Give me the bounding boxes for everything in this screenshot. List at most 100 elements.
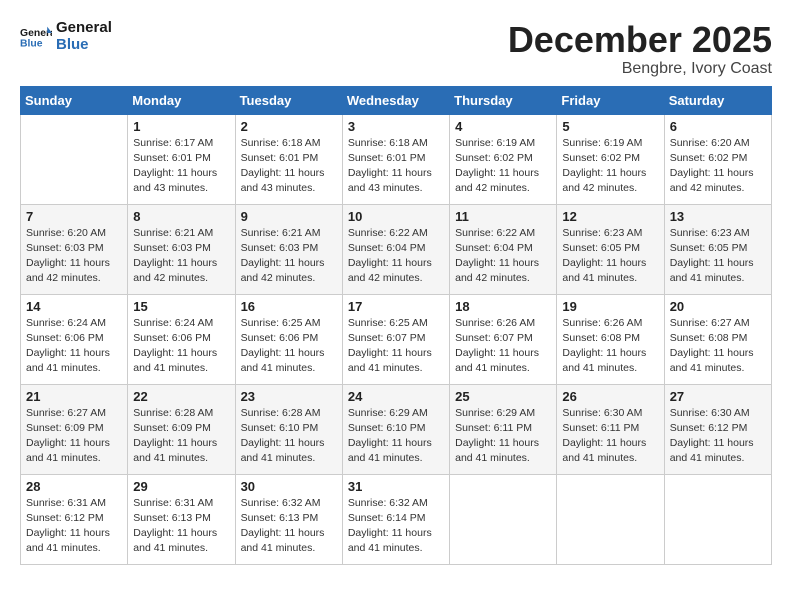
day-number: 22	[133, 389, 229, 404]
calendar-week-row: 1 Sunrise: 6:17 AMSunset: 6:01 PMDaylight…	[21, 114, 772, 204]
calendar-cell: 13 Sunrise: 6:23 AMSunset: 6:05 PMDayligh…	[664, 204, 771, 294]
day-number: 13	[670, 209, 766, 224]
day-info: Sunrise: 6:21 AMSunset: 6:03 PMDaylight:…	[241, 226, 337, 287]
day-number: 25	[455, 389, 551, 404]
logo-text-blue: Blue	[56, 37, 112, 54]
calendar-week-row: 28 Sunrise: 6:31 AMSunset: 6:12 PMDayligh…	[21, 474, 772, 564]
calendar-cell: 6 Sunrise: 6:20 AMSunset: 6:02 PMDaylight…	[664, 114, 771, 204]
header-friday: Friday	[557, 86, 664, 114]
calendar-cell	[557, 474, 664, 564]
calendar-cell: 14 Sunrise: 6:24 AMSunset: 6:06 PMDayligh…	[21, 294, 128, 384]
day-info: Sunrise: 6:29 AMSunset: 6:10 PMDaylight:…	[348, 406, 444, 467]
day-info: Sunrise: 6:27 AMSunset: 6:09 PMDaylight:…	[26, 406, 122, 467]
calendar-cell: 5Sunrise: 6:19 AMSunset: 6:02 PMDaylight…	[557, 114, 664, 204]
day-info: Sunrise: 6:21 AMSunset: 6:03 PMDaylight:…	[133, 226, 229, 287]
header-saturday: Saturday	[664, 86, 771, 114]
header-sunday: Sunday	[21, 86, 128, 114]
month-year-title: December 2025	[508, 20, 772, 60]
day-info: Sunrise: 6:25 AMSunset: 6:07 PMDaylight:…	[348, 316, 444, 377]
calendar-cell: 19 Sunrise: 6:26 AMSunset: 6:08 PMDayligh…	[557, 294, 664, 384]
calendar-cell: 27Sunrise: 6:30 AMSunset: 6:12 PMDayligh…	[664, 384, 771, 474]
day-number: 7	[26, 209, 122, 224]
day-info: Sunrise: 6:28 AMSunset: 6:09 PMDaylight:…	[133, 406, 229, 467]
calendar-header-row: SundayMondayTuesdayWednesdayThursdayFrid…	[21, 86, 772, 114]
day-number: 4	[455, 119, 551, 134]
day-number: 24	[348, 389, 444, 404]
header-tuesday: Tuesday	[235, 86, 342, 114]
page-header: General Blue General Blue December 2025 …	[20, 20, 772, 78]
svg-text:Blue: Blue	[20, 38, 43, 48]
calendar-cell: 28 Sunrise: 6:31 AMSunset: 6:12 PMDayligh…	[21, 474, 128, 564]
day-number: 16	[241, 299, 337, 314]
day-info: Sunrise: 6:29 AMSunset: 6:11 PMDaylight:…	[455, 406, 551, 467]
header-thursday: Thursday	[450, 86, 557, 114]
day-info: Sunrise: 6:31 AMSunset: 6:12 PMDaylight:…	[26, 496, 122, 557]
day-info: Sunrise: 6:18 AMSunset: 6:01 PMDaylight:…	[241, 136, 337, 197]
day-number: 12	[562, 209, 658, 224]
calendar-cell: 23Sunrise: 6:28 AMSunset: 6:10 PMDayligh…	[235, 384, 342, 474]
day-info: Sunrise: 6:26 AMSunset: 6:08 PMDaylight:…	[562, 316, 658, 377]
header-monday: Monday	[128, 86, 235, 114]
title-block: December 2025 Bengbre, Ivory Coast	[508, 20, 772, 78]
day-info: Sunrise: 6:17 AMSunset: 6:01 PMDaylight:…	[133, 136, 229, 197]
calendar-cell	[21, 114, 128, 204]
day-number: 20	[670, 299, 766, 314]
day-number: 29	[133, 479, 229, 494]
day-number: 6	[670, 119, 766, 134]
day-info: Sunrise: 6:23 AMSunset: 6:05 PMDaylight:…	[562, 226, 658, 287]
calendar-cell: 8Sunrise: 6:21 AMSunset: 6:03 PMDaylight…	[128, 204, 235, 294]
calendar-cell: 3Sunrise: 6:18 AMSunset: 6:01 PMDaylight…	[342, 114, 449, 204]
day-info: Sunrise: 6:25 AMSunset: 6:06 PMDaylight:…	[241, 316, 337, 377]
day-number: 14	[26, 299, 122, 314]
calendar-cell: 2 Sunrise: 6:18 AMSunset: 6:01 PMDaylight…	[235, 114, 342, 204]
day-info: Sunrise: 6:26 AMSunset: 6:07 PMDaylight:…	[455, 316, 551, 377]
day-info: Sunrise: 6:23 AMSunset: 6:05 PMDaylight:…	[670, 226, 766, 287]
calendar-cell: 1 Sunrise: 6:17 AMSunset: 6:01 PMDaylight…	[128, 114, 235, 204]
logo: General Blue General Blue	[20, 20, 112, 53]
calendar-cell: 7 Sunrise: 6:20 AMSunset: 6:03 PMDaylight…	[21, 204, 128, 294]
day-info: Sunrise: 6:31 AMSunset: 6:13 PMDaylight:…	[133, 496, 229, 557]
calendar-cell: 24 Sunrise: 6:29 AMSunset: 6:10 PMDayligh…	[342, 384, 449, 474]
calendar-cell: 31Sunrise: 6:32 AMSunset: 6:14 PMDayligh…	[342, 474, 449, 564]
day-number: 10	[348, 209, 444, 224]
calendar-week-row: 7 Sunrise: 6:20 AMSunset: 6:03 PMDaylight…	[21, 204, 772, 294]
day-info: Sunrise: 6:20 AMSunset: 6:03 PMDaylight:…	[26, 226, 122, 287]
calendar-cell: 22 Sunrise: 6:28 AMSunset: 6:09 PMDayligh…	[128, 384, 235, 474]
day-number: 17	[348, 299, 444, 314]
day-info: Sunrise: 6:18 AMSunset: 6:01 PMDaylight:…	[348, 136, 444, 197]
day-number: 21	[26, 389, 122, 404]
day-number: 30	[241, 479, 337, 494]
logo-icon: General Blue	[20, 25, 52, 49]
day-number: 19	[562, 299, 658, 314]
day-number: 2	[241, 119, 337, 134]
calendar-cell: 4Sunrise: 6:19 AMSunset: 6:02 PMDaylight…	[450, 114, 557, 204]
calendar-cell: 25 Sunrise: 6:29 AMSunset: 6:11 PMDayligh…	[450, 384, 557, 474]
day-number: 23	[241, 389, 337, 404]
day-info: Sunrise: 6:22 AMSunset: 6:04 PMDaylight:…	[348, 226, 444, 287]
header-wednesday: Wednesday	[342, 86, 449, 114]
day-info: Sunrise: 6:32 AMSunset: 6:14 PMDaylight:…	[348, 496, 444, 557]
day-number: 18	[455, 299, 551, 314]
day-info: Sunrise: 6:24 AMSunset: 6:06 PMDaylight:…	[26, 316, 122, 377]
calendar-cell: 12 Sunrise: 6:23 AMSunset: 6:05 PMDayligh…	[557, 204, 664, 294]
calendar-cell: 30 Sunrise: 6:32 AMSunset: 6:13 PMDayligh…	[235, 474, 342, 564]
calendar-cell: 18 Sunrise: 6:26 AMSunset: 6:07 PMDayligh…	[450, 294, 557, 384]
calendar-cell: 10 Sunrise: 6:22 AMSunset: 6:04 PMDayligh…	[342, 204, 449, 294]
day-info: Sunrise: 6:32 AMSunset: 6:13 PMDaylight:…	[241, 496, 337, 557]
day-info: Sunrise: 6:19 AMSunset: 6:02 PMDaylight:…	[562, 136, 658, 197]
calendar-cell: 11Sunrise: 6:22 AMSunset: 6:04 PMDayligh…	[450, 204, 557, 294]
logo-text-general: General	[56, 20, 112, 37]
calendar-week-row: 21 Sunrise: 6:27 AMSunset: 6:09 PMDayligh…	[21, 384, 772, 474]
calendar-cell	[450, 474, 557, 564]
day-number: 1	[133, 119, 229, 134]
day-number: 28	[26, 479, 122, 494]
day-info: Sunrise: 6:27 AMSunset: 6:08 PMDaylight:…	[670, 316, 766, 377]
calendar-cell: 21 Sunrise: 6:27 AMSunset: 6:09 PMDayligh…	[21, 384, 128, 474]
day-number: 15	[133, 299, 229, 314]
day-info: Sunrise: 6:24 AMSunset: 6:06 PMDaylight:…	[133, 316, 229, 377]
calendar-cell: 29 Sunrise: 6:31 AMSunset: 6:13 PMDayligh…	[128, 474, 235, 564]
day-number: 27	[670, 389, 766, 404]
day-number: 26	[562, 389, 658, 404]
day-number: 9	[241, 209, 337, 224]
day-info: Sunrise: 6:20 AMSunset: 6:02 PMDaylight:…	[670, 136, 766, 197]
